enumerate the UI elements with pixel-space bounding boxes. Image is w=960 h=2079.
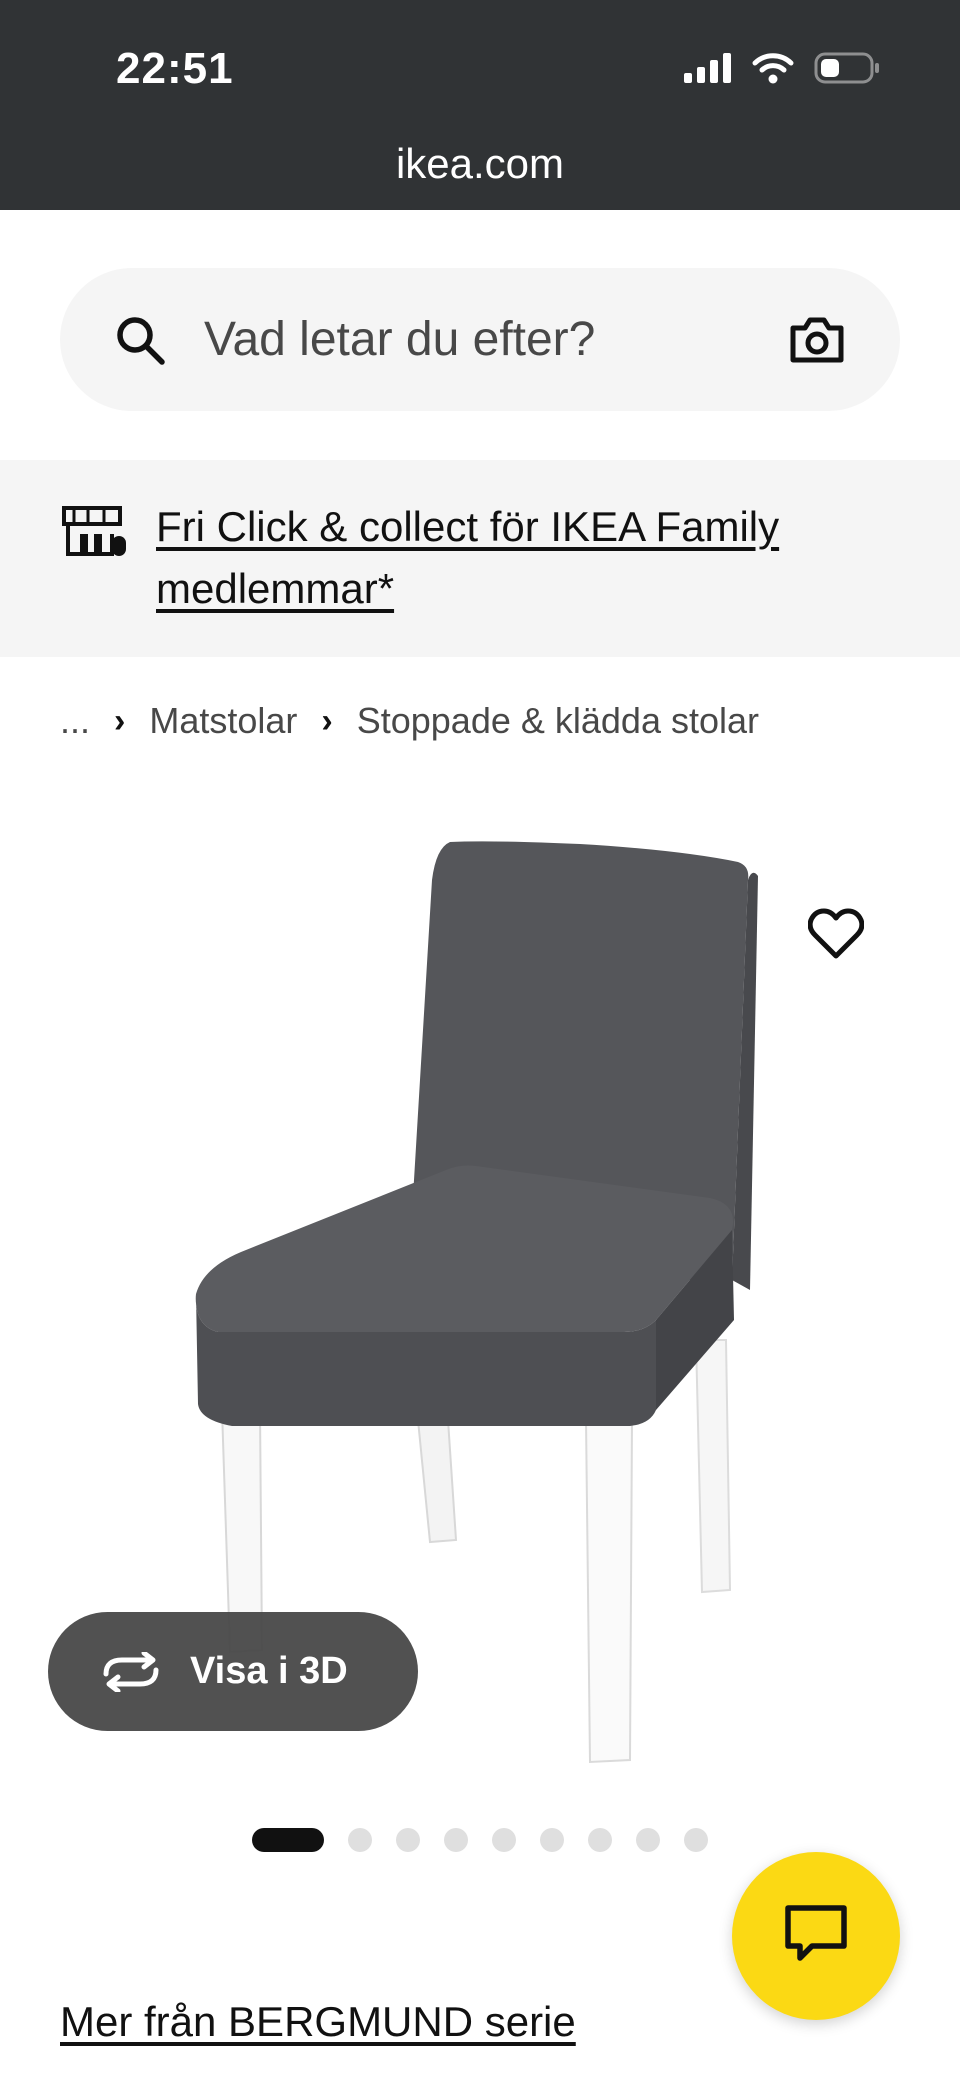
search-icon[interactable]	[114, 314, 166, 371]
click-collect-link[interactable]: Fri Click & collect för IKEA Family medl…	[156, 496, 876, 620]
carousel-dot[interactable]	[348, 1828, 372, 1852]
wifi-icon	[752, 52, 794, 89]
carousel-dot[interactable]	[636, 1828, 660, 1852]
battery-icon	[814, 52, 880, 89]
signal-icon	[684, 53, 732, 88]
carousel-dot-active[interactable]	[252, 1828, 324, 1852]
status-icons	[684, 52, 880, 89]
series-link[interactable]: Mer från BERGMUND serie	[60, 1998, 576, 2046]
carousel-dot[interactable]	[684, 1828, 708, 1852]
search-placeholder: Vad letar du efter?	[204, 313, 596, 366]
chat-icon	[784, 1904, 848, 1969]
promo-banner: Fri Click & collect för IKEA Family medl…	[0, 460, 960, 657]
image-carousel-indicator	[252, 1828, 708, 1852]
carousel-dot[interactable]	[396, 1828, 420, 1852]
breadcrumb: ... › Matstolar › Stoppade & klädda stol…	[60, 696, 759, 746]
chevron-right-icon: ›	[321, 701, 333, 740]
view-3d-label: Visa i 3D	[190, 1650, 348, 1692]
url-bar[interactable]: ikea.com	[0, 140, 960, 188]
carousel-dot[interactable]	[588, 1828, 612, 1852]
heart-icon[interactable]	[807, 908, 865, 965]
store-icon	[60, 504, 130, 565]
breadcrumb-ellipsis[interactable]: ...	[60, 700, 90, 742]
browser-top-bar: 22:51 ikea.com	[0, 0, 960, 210]
chevron-right-icon: ›	[114, 701, 126, 740]
breadcrumb-matstolar[interactable]: Matstolar	[149, 700, 297, 742]
breadcrumb-stoppade[interactable]: Stoppade & klädda stolar	[357, 700, 759, 742]
search-input[interactable]: Vad letar du efter?	[60, 268, 900, 411]
carousel-dot[interactable]	[444, 1828, 468, 1852]
carousel-dot[interactable]	[540, 1828, 564, 1852]
view-3d-button[interactable]: Visa i 3D	[48, 1612, 418, 1731]
chat-button[interactable]	[732, 1852, 900, 2020]
status-time: 22:51	[116, 44, 234, 93]
camera-icon[interactable]	[789, 314, 845, 369]
rotate-3d-icon	[100, 1651, 162, 1692]
carousel-dot[interactable]	[492, 1828, 516, 1852]
